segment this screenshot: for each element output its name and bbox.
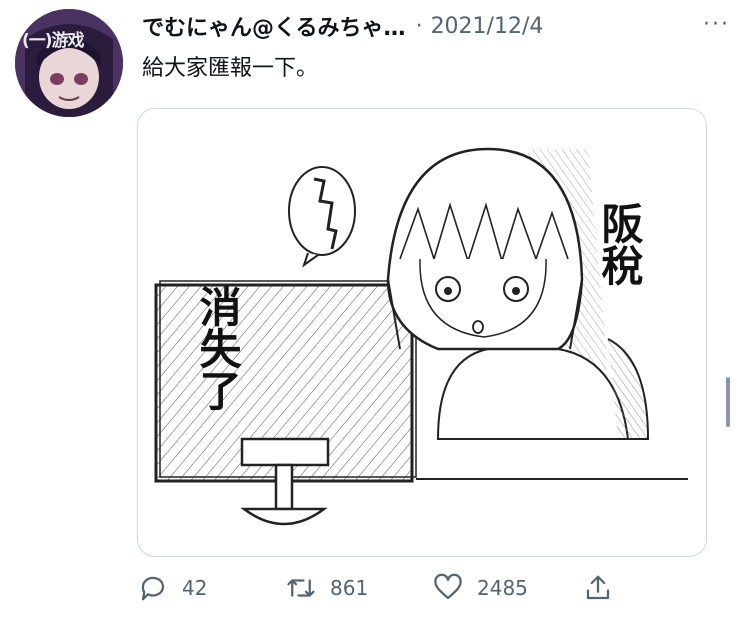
reply-count: 42 (182, 576, 208, 600)
tweet-date[interactable]: 2021/12/4 (431, 14, 544, 39)
tweet-actions: 42 861 2485 (138, 568, 618, 608)
display-name[interactable]: でむにゃん@くるみちゃ… (142, 10, 406, 42)
heart-icon (434, 573, 462, 600)
reply-button[interactable]: 42 (138, 568, 207, 608)
tweet-media[interactable]: 消失了 阪稅 (137, 108, 707, 557)
retweet-button[interactable]: 861 (286, 568, 368, 608)
retweet-icon (287, 579, 315, 597)
caption-right: 阪稅 (595, 202, 644, 286)
share-button[interactable] (583, 568, 613, 608)
watermark-text: (一)游戏 (22, 31, 85, 51)
reply-icon (141, 576, 165, 601)
tweet-text: 給大家匯報一下。 (142, 56, 319, 81)
caption-left: 消失了 (193, 285, 242, 411)
scrollbar-thumb[interactable] (726, 377, 730, 427)
more-options-icon[interactable]: ··· (703, 12, 730, 37)
tweet-header: でむにゃん@くるみちゃ… · 2021/12/4 ··· (142, 6, 730, 46)
like-button[interactable]: 2485 (433, 568, 528, 608)
retweet-count: 861 (330, 576, 369, 600)
separator-dot: · (415, 13, 423, 39)
like-count: 2485 (477, 576, 528, 600)
share-icon (586, 575, 610, 600)
